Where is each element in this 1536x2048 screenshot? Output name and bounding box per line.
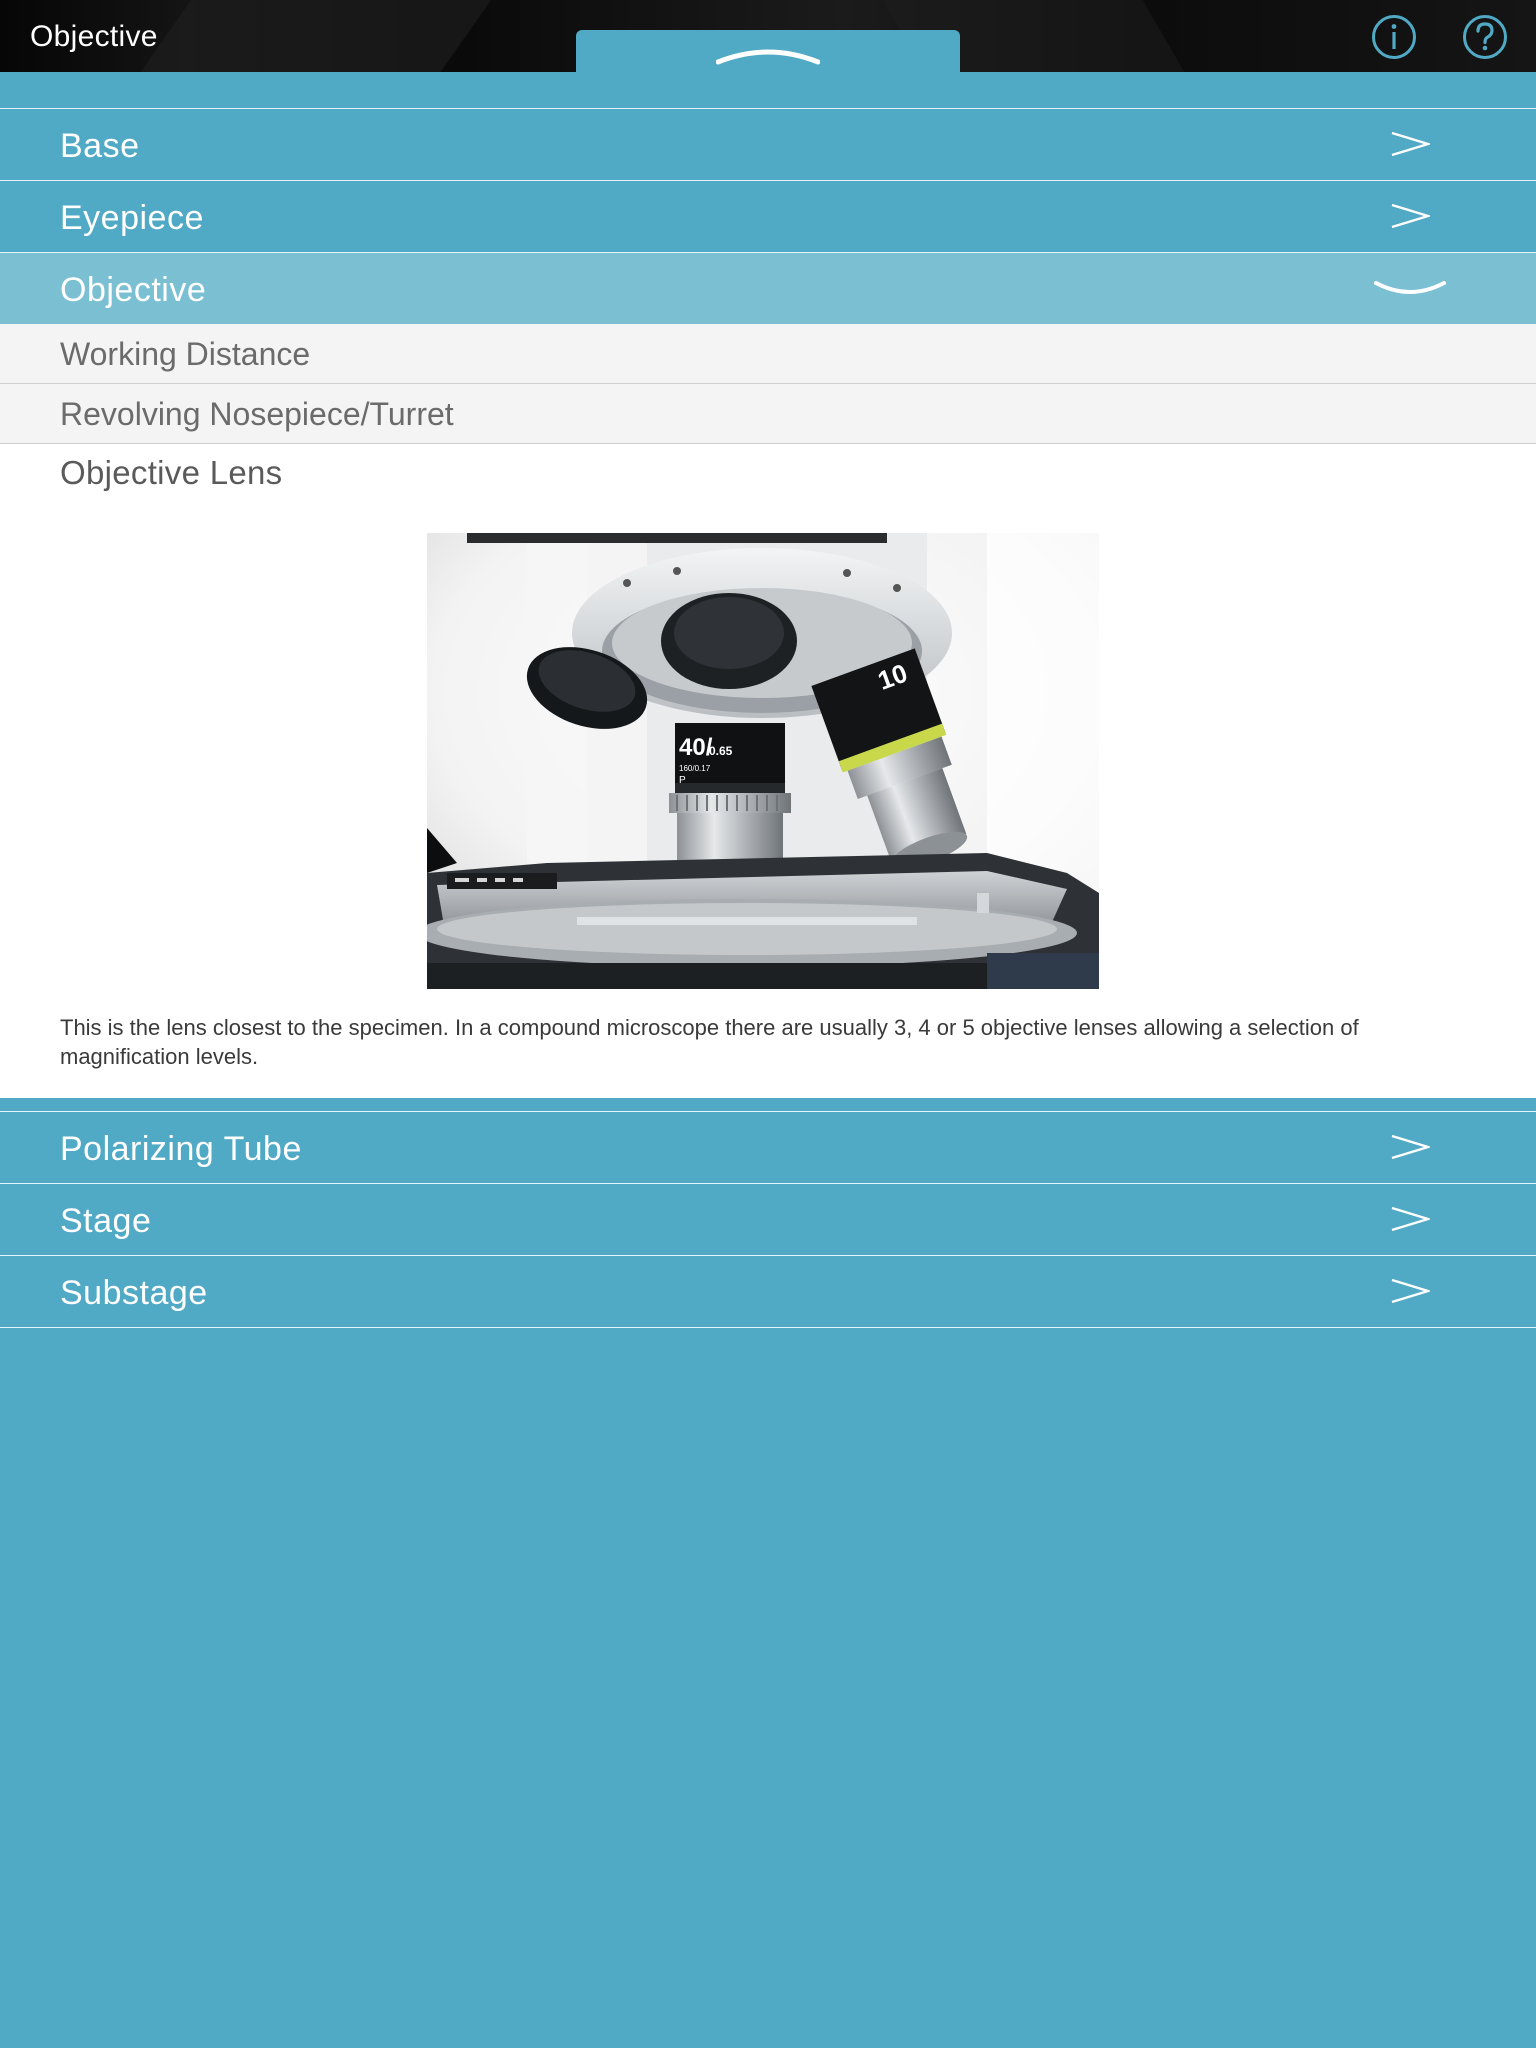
info-icon[interactable] [1371,14,1417,60]
lens-marking-na: 0.65 [709,744,733,758]
accordion-item-polarizing-tube[interactable]: Polarizing Tube [0,1111,1536,1183]
accordion-item-label: Base [60,127,140,165]
sub-item-objective-lens-detail: Objective Lens 10 40/ 0.65 160/0.17 P Th… [0,444,1536,1098]
accordion-item-label: Polarizing Tube [60,1130,302,1168]
chevron-down-icon [1374,281,1446,294]
panel-gap [0,1098,1536,1111]
chevron-right-icon [1391,1134,1430,1160]
sub-item-label: Revolving Nosepiece/Turret [60,396,454,432]
chevron-up-icon [716,49,820,65]
accordion-item-label: Stage [60,1202,152,1240]
component-accordion: Base Eyepiece Objective Working Distance… [0,108,1536,1328]
sub-item-working-distance[interactable]: Working Distance [0,324,1536,384]
chevron-right-icon [1391,203,1430,229]
accordion-item-base[interactable]: Base [0,108,1536,180]
lens-marking-sub: 160/0.17 [679,764,711,773]
sub-item-label: Working Distance [60,336,311,372]
help-icon[interactable] [1462,14,1508,60]
top-bar-shade [120,0,520,72]
lens-marking-main: 40/ [679,734,713,761]
accordion-item-label: Substage [60,1274,208,1312]
objective-panel: Working Distance Revolving Nosepiece/Tur… [0,324,1536,1111]
chevron-right-icon [1391,1278,1430,1304]
lens-marking-p: P [679,775,686,786]
sub-item-revolving-nosepiece[interactable]: Revolving Nosepiece/Turret [0,384,1536,444]
chevron-right-icon [1391,131,1430,157]
accordion-item-objective[interactable]: Objective [0,252,1536,324]
accordion-item-label: Objective [60,271,207,309]
accordion-item-eyepiece[interactable]: Eyepiece [0,180,1536,252]
collapse-tab[interactable] [576,30,960,72]
detail-description: This is the lens closest to the specimen… [60,1015,1359,1069]
accordion-item-substage[interactable]: Substage [0,1255,1536,1328]
chevron-right-icon [1391,1206,1430,1232]
top-bar: Objective [0,0,1536,72]
accordion-item-label: Eyepiece [60,199,204,237]
page-title: Objective [30,20,158,53]
accordion-item-stage[interactable]: Stage [0,1183,1536,1255]
microscope-objective-image: 10 40/ 0.65 160/0.17 P [427,533,1099,989]
detail-title[interactable]: Objective Lens [60,454,283,492]
